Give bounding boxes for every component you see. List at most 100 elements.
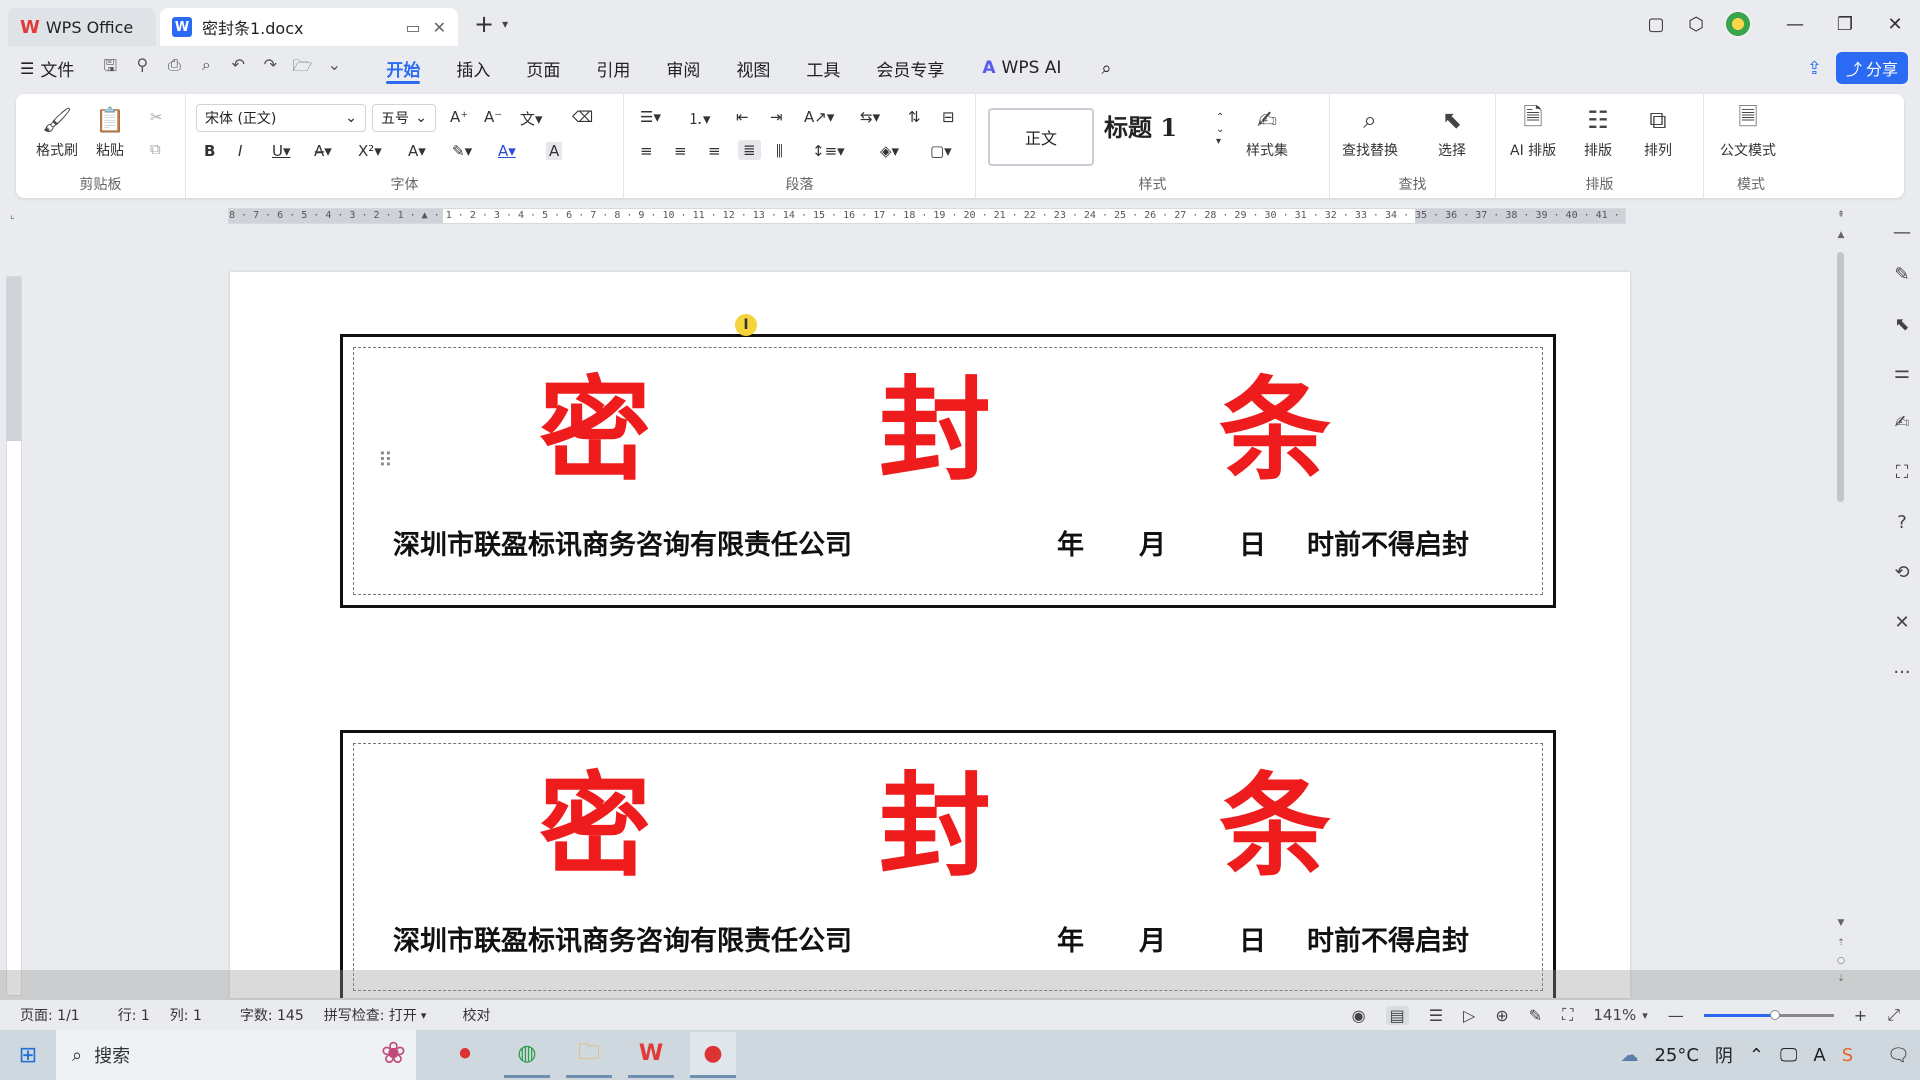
select-browse-icon[interactable]: ○ xyxy=(1834,956,1848,966)
text-direction-icon[interactable]: A↗▾ xyxy=(804,108,834,126)
font-size-select[interactable]: 五号 ⌄ xyxy=(372,104,436,132)
help-icon[interactable]: ? xyxy=(1888,512,1916,533)
wps-ai-button[interactable]: A WPS AI xyxy=(982,58,1061,78)
zoom-knob[interactable] xyxy=(1769,1009,1780,1020)
style-heading1[interactable]: 标题 1 xyxy=(1104,108,1177,143)
justify-icon[interactable]: ≣ xyxy=(738,140,761,160)
record-app-icon[interactable]: ● xyxy=(690,1032,736,1078)
format-icon[interactable]: ⚲ xyxy=(130,55,154,82)
network-icon[interactable]: 🖵 xyxy=(1780,1045,1797,1066)
zoom-out-icon[interactable]: — xyxy=(1668,1006,1684,1025)
recorder-app-icon[interactable]: ⏺ xyxy=(442,1032,488,1078)
numbered-list-icon[interactable]: ⒈▾ xyxy=(688,108,711,129)
tab-document[interactable]: W 密封条1.docx ▭ ✕ xyxy=(160,8,458,46)
distribute-icon[interactable]: ⫼ xyxy=(776,142,783,160)
vertical-scrollbar[interactable]: ⇞ ▲ ▼ ⇡ ○ ⇣ xyxy=(1834,208,1848,998)
tab-page[interactable]: 页面 xyxy=(508,48,578,88)
weather-label[interactable]: 阴 xyxy=(1715,1042,1733,1068)
fullscreen-icon[interactable]: ⤢ xyxy=(1887,1005,1900,1025)
sogou-icon[interactable]: S xyxy=(1842,1045,1853,1066)
collapse-icon[interactable]: — xyxy=(1888,222,1916,243)
more-dropdown-icon[interactable]: ⌄ xyxy=(322,55,346,82)
file-explorer-icon[interactable]: 🗀 xyxy=(566,1032,612,1078)
minimize-icon[interactable]: — xyxy=(1770,14,1820,35)
scroll-down-icon[interactable]: ▼ xyxy=(1834,918,1848,928)
style-set-button[interactable]: ✍ 样式集 xyxy=(1246,104,1288,160)
sort-icon[interactable]: ⇅ xyxy=(908,108,921,126)
align-center-icon[interactable]: ≡ xyxy=(674,142,687,160)
align-left-icon[interactable]: ≡ xyxy=(640,142,653,160)
fit-page-icon[interactable]: ⛶ xyxy=(1562,1005,1573,1025)
zoom-value[interactable]: 141% xyxy=(1593,1006,1636,1024)
save-icon[interactable]: 🖫 xyxy=(98,55,122,82)
tab-start[interactable]: 开始 xyxy=(368,48,438,88)
find-replace-button[interactable]: ⌕ 查找替换 xyxy=(1342,104,1398,160)
status-page[interactable]: 页面: 1/1 xyxy=(20,1005,80,1025)
cloud-upload-icon[interactable]: ⇪ xyxy=(1807,58,1822,79)
shading-icon[interactable]: ◈▾ xyxy=(880,142,899,160)
image-ai-icon[interactable]: ⛶ xyxy=(1888,462,1916,483)
font-grow-icon[interactable]: A⁺ xyxy=(450,108,468,126)
scroll-up-icon[interactable]: ▲ xyxy=(1834,230,1848,240)
italic-icon[interactable]: I xyxy=(238,142,242,160)
zoom-in-icon[interactable]: + xyxy=(1854,1006,1867,1025)
bold-icon[interactable]: B xyxy=(204,142,215,160)
chevron-down-icon[interactable]: ▾ xyxy=(1642,1009,1648,1022)
tab-view[interactable]: 视图 xyxy=(718,48,788,88)
increase-indent-icon[interactable]: ⇥ xyxy=(770,108,783,126)
style-normal[interactable]: 正文 xyxy=(988,108,1094,166)
notification-icon[interactable]: 🗨 xyxy=(1887,1045,1910,1066)
vertical-ruler[interactable] xyxy=(6,276,22,996)
scroll-thumb[interactable] xyxy=(1837,252,1844,502)
pen-icon[interactable]: ✎ xyxy=(1888,264,1916,285)
text-effect-icon[interactable]: A▾ xyxy=(408,142,426,160)
select-button[interactable]: ⬉ 选择 xyxy=(1436,104,1468,160)
share-button[interactable]: ⤴ 分享 xyxy=(1836,52,1908,84)
new-tab-plus-icon[interactable]: + xyxy=(474,10,494,38)
highlight-icon[interactable]: ✎▾ xyxy=(452,142,472,160)
new-tab-dropdown-icon[interactable]: ▾ xyxy=(502,17,508,31)
more-icon[interactable]: ··· xyxy=(1888,662,1916,683)
char-shading-icon[interactable]: A xyxy=(546,142,563,160)
windows-start-icon[interactable]: ⊞ xyxy=(0,1043,56,1068)
file-menu[interactable]: ☰ 文件 xyxy=(20,56,74,81)
format-painter-button[interactable]: 🖌 格式刷 xyxy=(36,104,78,160)
align-right-icon[interactable]: ≡ xyxy=(708,142,721,160)
taskbar-search[interactable]: ⌕ 搜索 ❀ xyxy=(56,1030,416,1080)
wps-app-icon[interactable]: W xyxy=(628,1032,674,1078)
seal-strip-2[interactable]: 密 封 条 深圳市联盈标讯商务咨询有限责任公司 年 月 日 时前不得启封 xyxy=(340,730,1556,998)
tab-references[interactable]: 引用 xyxy=(578,48,648,88)
tab-member[interactable]: 会员专享 xyxy=(858,48,962,88)
window-mode-icon[interactable]: ▢ xyxy=(1636,14,1676,35)
phonetic-icon[interactable]: 文▾ xyxy=(520,108,543,129)
superscript-icon[interactable]: X²▾ xyxy=(358,142,382,160)
document-page[interactable]: 密 封 条 深圳市联盈标讯商务咨询有限责任公司 年 月 日 时前不得启封 ⠿ 密… xyxy=(230,272,1630,998)
pointer-icon[interactable]: ⬉ xyxy=(1888,314,1916,335)
tab-window-icon[interactable]: ▭ xyxy=(405,18,420,37)
arrange-button[interactable]: ⧉ 排列 xyxy=(1642,104,1674,160)
strikethrough-icon[interactable]: A̶▾ xyxy=(314,142,332,160)
drag-handle-icon[interactable]: ⠿ xyxy=(378,448,393,472)
clear-format-icon[interactable]: ⌫ xyxy=(572,108,593,126)
play-icon[interactable]: ▷ xyxy=(1463,1006,1475,1025)
tab-wps-office[interactable]: W WPS Office xyxy=(8,8,156,46)
font-name-select[interactable]: 宋体 (正文) ⌄ xyxy=(196,104,366,132)
signature-icon[interactable]: ✍ xyxy=(1888,412,1916,433)
sliders-icon[interactable]: ⚌ xyxy=(1888,362,1916,383)
scroll-top-icon[interactable]: ⇞ xyxy=(1834,210,1848,220)
print-preview-icon[interactable]: ⌕ xyxy=(194,55,218,82)
status-spell-check[interactable]: 拼写检查: 打开 xyxy=(324,1005,417,1025)
prev-page-icon[interactable]: ⇡ xyxy=(1834,938,1848,948)
zoom-slider[interactable] xyxy=(1703,1009,1834,1020)
close-window-icon[interactable]: ✕ xyxy=(1870,14,1920,35)
translate-icon[interactable]: ⟲ xyxy=(1888,562,1916,583)
redo-icon[interactable]: ↷ xyxy=(258,55,282,82)
avatar[interactable] xyxy=(1724,10,1752,38)
search-icon[interactable]: ⌕ xyxy=(1101,58,1111,79)
outline-view-icon[interactable]: ☰ xyxy=(1429,1006,1443,1025)
write-mode-icon[interactable]: ✎ xyxy=(1529,1006,1542,1025)
weather-cloud-icon[interactable]: ☁ xyxy=(1620,1045,1638,1066)
show-marks-icon[interactable]: ⊟ xyxy=(942,108,955,126)
horizontal-ruler[interactable]: 8 · 7 · 6 · 5 · 4 · 3 · 2 · 1 · ▲ · 1 · … xyxy=(228,208,1626,224)
undo-icon[interactable]: ↶ xyxy=(226,55,250,82)
